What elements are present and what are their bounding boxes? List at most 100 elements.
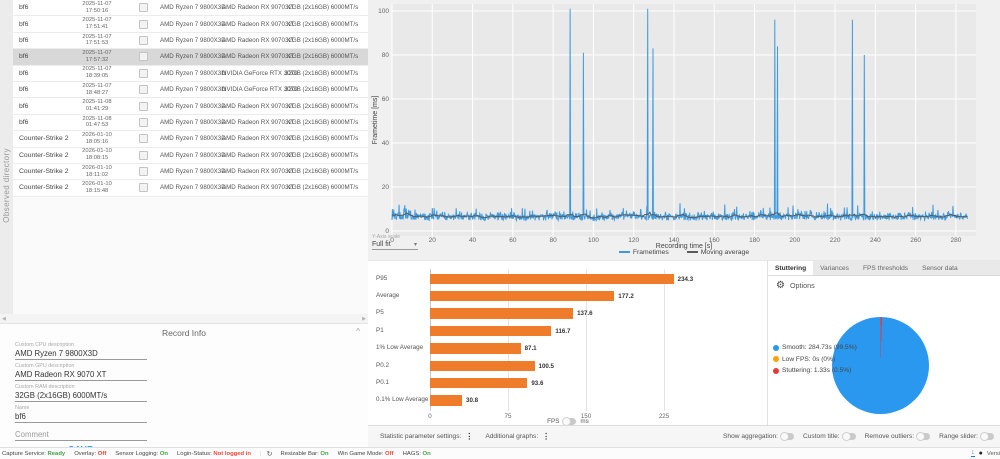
toggle-remove-outliers[interactable]: Remove outliers: [865,433,930,440]
y-tick-label: 80 [382,52,390,59]
bar [430,326,551,337]
field-input[interactable]: Comment [15,429,147,441]
record-timestamp: 2025-11-0717:57:32 [68,50,126,64]
cpu-name: AMD Ryzen 7 9800X3D [160,184,222,191]
ram-name: 32GB (2x16GB) 6000MT/s [285,184,368,191]
observed-directory-label: Observed directory [2,148,11,223]
status-value: On [320,451,328,457]
table-row[interactable]: bf62025-11-0717:50:16AMD Ryzen 7 9800X3D… [13,0,368,16]
scroll-left-icon[interactable]: ◀ [2,316,6,322]
row-checkbox[interactable] [139,69,148,78]
x-tick-label: 100 [588,237,599,244]
gpu-name: AMD Radeon RX 9070 XT [222,103,285,110]
record-list-hscrollbar[interactable]: ◀ ▶ [0,314,368,323]
ram-name: 32GB (2x16GB) 6000MT/s [285,4,368,11]
ram-name: 32GB (2x16GB) 6000MT/s [285,135,368,142]
bar-category-label: 1% Low Average [376,344,423,351]
row-checkbox[interactable] [139,183,148,192]
toggle-switch[interactable] [843,433,856,440]
table-row[interactable]: bf62025-11-0718:39:05AMD Ryzen 7 9800X3D… [13,66,368,82]
table-row[interactable]: Counter-Strike 22026-01-1018:05:16AMD Ry… [13,131,368,147]
toggle-switch[interactable] [917,433,930,440]
record-time: 17:50:16 [68,8,126,15]
record-date: 2026-01-10 [68,165,126,172]
toggle-custom-title[interactable]: Custom title: [803,433,856,440]
settings-button[interactable]: Statistic parameter settings:⋮ [380,432,473,441]
game-name: Counter-Strike 2 [13,135,68,142]
pie-legend-item: Low FPS: 0s (0%) [773,356,857,363]
record-date: 2025-11-07 [68,83,126,90]
table-row[interactable]: bf62025-11-0718:48:27AMD Ryzen 7 9800X3D… [13,82,368,98]
cpu-name: AMD Ryzen 7 9800X3D [160,53,222,60]
pie-legend-label: Smooth: 284.73s (99.5%) [782,344,857,351]
row-checkbox[interactable] [139,167,148,176]
tab-stuttering[interactable]: Stuttering [768,261,813,275]
row-checkbox[interactable] [139,85,148,94]
field-input[interactable]: 32GB (2x16GB) 6000MT/s [15,390,147,402]
status-value: On [423,451,431,457]
table-row[interactable]: bf62025-11-0801:47:53AMD Ryzen 7 9800X3D… [13,115,368,131]
record-timestamp: 2026-01-1018:11:02 [68,165,126,179]
toggle-switch[interactable] [781,433,794,440]
status-value: Off [98,451,107,457]
toggle-switch[interactable] [981,433,994,440]
row-checkbox[interactable] [139,151,148,160]
record-info-fields: Custom CPU descriptionAMD Ryzen 7 9800X3… [15,342,147,441]
cpu-name: AMD Ryzen 7 9800X3D [160,168,222,175]
record-timestamp: 2025-11-0801:47:53 [68,116,126,130]
info-circle-icon[interactable]: ● [979,450,983,457]
cpu-name: AMD Ryzen 7 9800X3D [160,135,222,142]
field-input[interactable]: AMD Ryzen 7 9800X3D [15,348,147,360]
y-tick-label: 100 [378,8,389,15]
settings-button[interactable]: Additional graphs:⋮ [485,432,550,441]
kebab-menu-icon: ⋮ [465,432,473,441]
ram-name: 32GB (2x16GB) 6000MT/s [285,119,368,126]
status-item: HAGS: On [403,451,431,457]
pie-legend-item: Stuttering: 1.33s (0.5%) [773,367,857,374]
field-input[interactable]: AMD Radeon RX 9070 XT [15,369,147,381]
row-checkbox[interactable] [139,20,148,29]
row-checkbox[interactable] [139,134,148,143]
tab-sensor-data[interactable]: Sensor data [915,261,965,275]
frametime-chart: 0204060801001201401601802002202402602800… [368,0,1000,260]
options-row[interactable]: ⚙ Options [776,280,815,291]
bar-category-label: P0.2 [376,362,389,369]
bar-category-label: P0.1 [376,379,389,386]
record-timestamp: 2026-01-1018:08:15 [68,148,126,162]
toggle-range-slider[interactable]: Range slider: [939,433,994,440]
table-row[interactable]: Counter-Strike 22026-01-1018:08:15AMD Ry… [13,148,368,164]
collapse-chevron-icon[interactable]: ^ [356,327,360,336]
chevron-down-icon: ▾ [414,241,417,248]
row-checkbox[interactable] [139,3,148,12]
status-item: Resizable Bar: On [280,451,328,457]
download-update-icon[interactable]: ↓ [971,450,975,457]
table-row[interactable]: bf62025-11-0717:57:32AMD Ryzen 7 9800X3D… [13,49,368,65]
refresh-icon[interactable]: ↻ [267,450,273,458]
gpu-name: AMD Radeon RX 9070 XT [222,152,285,159]
row-checkbox[interactable] [139,52,148,61]
table-row[interactable]: Counter-Strike 22026-01-1018:11:02AMD Ry… [13,164,368,180]
y-tick-label: 20 [382,184,390,191]
x-tick-label: 260 [910,237,921,244]
record-time: 18:39:05 [68,73,126,80]
pie-legend-dot [773,345,779,351]
field-input[interactable]: bf6 [15,411,147,423]
row-checkbox[interactable] [139,118,148,127]
tab-variances[interactable]: Variances [813,261,856,275]
bar-category-label: P5 [376,309,384,316]
table-row[interactable]: bf62025-11-0717:51:53AMD Ryzen 7 9800X3D… [13,33,368,49]
record-time: 01:41:29 [68,106,126,113]
fps-ms-toggle[interactable] [563,418,576,425]
row-checkbox[interactable] [139,102,148,111]
yaxis-scale-value: Full fit [372,241,391,248]
toggle-knob [780,432,789,441]
row-checkbox[interactable] [139,36,148,45]
tab-fps-thresholds[interactable]: FPS thresholds [856,261,915,275]
options-label: Options [790,281,815,290]
game-name: bf6 [13,70,68,77]
scroll-right-icon[interactable]: ▶ [362,316,366,322]
table-row[interactable]: Counter-Strike 22026-01-1018:15:48AMD Ry… [13,180,368,196]
table-row[interactable]: bf62025-11-0717:51:41AMD Ryzen 7 9800X3D… [13,16,368,32]
toggle-show-aggregation[interactable]: Show aggregation: [723,433,794,440]
table-row[interactable]: bf62025-11-0801:41:29AMD Ryzen 7 9800X3D… [13,98,368,114]
